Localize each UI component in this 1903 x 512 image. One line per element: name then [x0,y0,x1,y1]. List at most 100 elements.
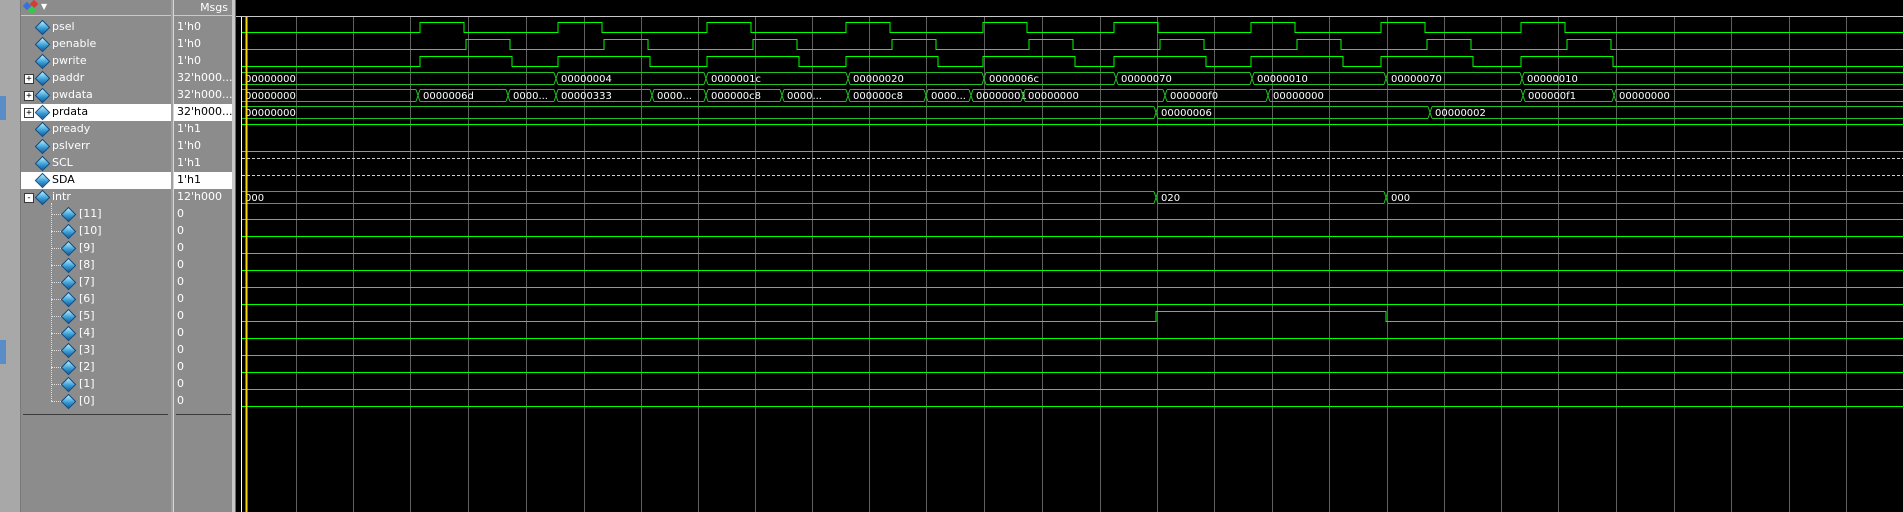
value-row-2[interactable]: 0 [174,359,233,376]
signal-icon [34,70,51,87]
value-row-scl[interactable]: 1'h1 [174,155,233,172]
signal-name: pwdata [52,88,93,101]
signal-icon [60,206,77,223]
value-row-pslverr[interactable]: 1'h0 [174,138,233,155]
signal-icon [60,308,77,325]
signal-row-intr-bit-3[interactable]: [3] [21,342,171,359]
value-row-4[interactable]: 0 [174,325,233,342]
signal-value-pane[interactable]: Msgs 1'h0 1'h0 1'h0 32'h000... 32'h000... 32'… [173,0,233,512]
bus-value-label: 020 [1161,193,1180,204]
bus-value-label: 00000070 [1391,74,1442,85]
collapse-icon[interactable]: - [24,193,34,203]
value-row-0[interactable]: 0 [174,393,233,410]
signal-row-penable[interactable]: penable [21,36,171,53]
signal-name: [1] [79,377,95,390]
signal-name: [2] [79,360,95,373]
value-row-intr[interactable]: 12'h000 [174,189,233,206]
signal-row-pslverr[interactable]: pslverr [21,138,171,155]
value-row-8[interactable]: 0 [174,257,233,274]
signal-row-pwdata[interactable]: + pwdata [21,87,171,104]
signal-icon [60,257,77,274]
signal-name: penable [52,37,97,50]
value-row-psel[interactable]: 1'h0 [174,19,233,36]
bus-value-label: 0000001c [711,74,761,85]
signal-row-intr[interactable]: - intr [21,189,171,206]
signal-name: pwrite [52,54,87,67]
signal-value: 0 [177,326,184,339]
signal-name: [11] [79,207,102,220]
signal-icon [60,223,77,240]
value-row-paddr[interactable]: 32'h000... [174,70,233,87]
bus-value-label: 000 [245,193,264,204]
signal-row-paddr[interactable]: + paddr [21,70,171,87]
signal-value: 0 [177,275,184,288]
signal-name-pane[interactable]: ▼ psel penable pwrite + paddr + pwdata + prdata p… [21,0,171,512]
value-row-pready[interactable]: 1'h1 [174,121,233,138]
signal-name: [8] [79,258,95,271]
values-header: Msgs [174,0,233,16]
signal-row-prdata[interactable]: + prdata [21,104,171,121]
list-end-divider [23,414,168,415]
value-row-6[interactable]: 0 [174,291,233,308]
signal-name: pready [52,122,91,135]
bus-transition [649,89,655,102]
signal-value: 0 [177,377,184,390]
bus-value-label: 00000010 [1257,74,1308,85]
signal-row-intr-bit-4[interactable]: [4] [21,325,171,342]
signal-row-sda[interactable]: SDA [21,172,171,189]
value-row-sda[interactable]: 1'h1 [174,172,233,189]
value-row-prdata[interactable]: 32'h000... [174,104,233,121]
bus-transition [703,89,709,102]
signal-row-pwrite[interactable]: pwrite [21,53,171,70]
signal-icon [60,325,77,342]
signal-icon [60,274,77,291]
signal-row-intr-bit-7[interactable]: [7] [21,274,171,291]
value-row-3[interactable]: 0 [174,342,233,359]
signal-row-scl[interactable]: SCL [21,155,171,172]
signal-row-intr-bit-1[interactable]: [1] [21,376,171,393]
chevron-down-icon[interactable]: ▼ [41,2,47,11]
left-strip [0,0,21,512]
signal-trace [242,39,1903,50]
signal-value: 1'h1 [177,122,201,135]
signal-row-intr-bit-11[interactable]: [11] [21,206,171,223]
msgs-header: Msgs [200,1,228,14]
signal-row-intr-bit-5[interactable]: [5] [21,308,171,325]
expand-icon[interactable]: + [24,74,34,84]
value-row-7[interactable]: 0 [174,274,233,291]
signal-icon [60,393,77,410]
value-row-1[interactable]: 0 [174,376,233,393]
value-row-5[interactable]: 0 [174,308,233,325]
signal-row-pready[interactable]: pready [21,121,171,138]
value-row-pwrite[interactable]: 1'h0 [174,53,233,70]
signal-row-intr-bit-0[interactable]: [0] [21,393,171,410]
bus-value-label: 00000020 [853,74,904,85]
signal-row-intr-bit-9[interactable]: [9] [21,240,171,257]
value-row-9[interactable]: 0 [174,240,233,257]
expand-icon[interactable]: + [24,91,34,101]
signal-row-intr-bit-2[interactable]: [2] [21,359,171,376]
strip-marker [0,96,6,120]
signal-row-intr-bit-10[interactable]: [10] [21,223,171,240]
signal-row-intr-bit-6[interactable]: [6] [21,291,171,308]
value-row-10[interactable]: 0 [174,223,233,240]
signal-icon [34,19,51,36]
signal-icon [34,155,51,172]
bus-value-label: 00000010 [1527,74,1578,85]
expand-icon[interactable]: + [24,108,34,118]
value-row-11[interactable]: 0 [174,206,233,223]
waveform-canvas[interactable]: 00000000 00000004 0000001c 00000020 0000006c… [236,0,1903,512]
bus-value-label: 00000000 [1028,91,1079,102]
bus-value-label: 00000000 [245,74,296,85]
waveform-plot[interactable]: 00000000 00000004 0000001c 00000020 0000006c… [236,0,1903,512]
signal-icon [60,359,77,376]
signal-row-psel[interactable]: psel [21,19,171,36]
bus-value-label: 00000000 [1273,91,1324,102]
value-row-penable[interactable]: 1'h0 [174,36,233,53]
value-row-pwdata[interactable]: 32'h000... [174,87,233,104]
signal-row-intr-bit-8[interactable]: [8] [21,257,171,274]
tree-guide [51,203,52,401]
wave-tool-icon[interactable] [22,0,39,15]
signal-icon [34,87,51,104]
bus-transition [505,89,511,102]
